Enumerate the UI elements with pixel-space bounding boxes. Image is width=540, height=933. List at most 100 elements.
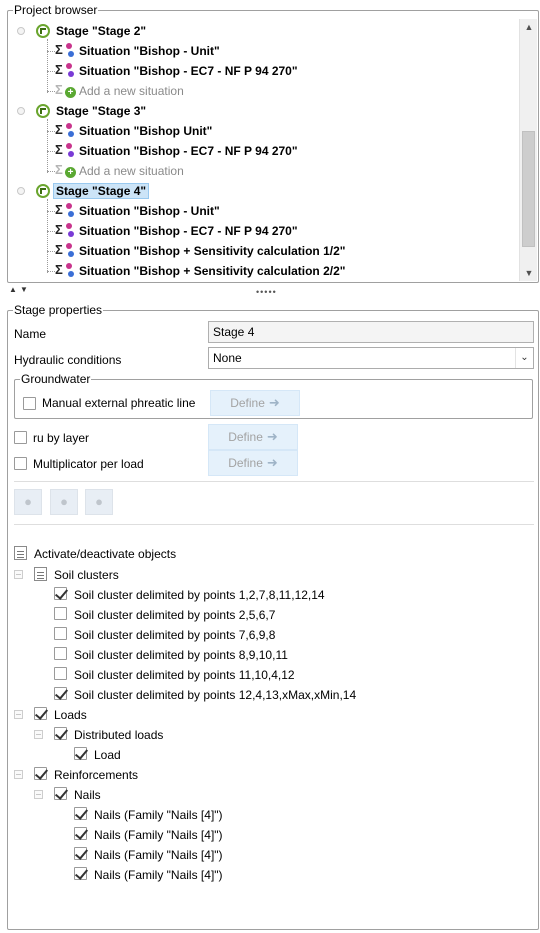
object-checkbox[interactable]: [34, 707, 47, 720]
object-tree-label: Soil cluster delimited by points 12,4,13…: [74, 688, 357, 702]
chevron-down-icon[interactable]: ⌄: [515, 348, 533, 368]
define-phreatic-button[interactable]: Define ➜: [210, 390, 300, 416]
panel-splitter[interactable]: ▲ ▼ •••••: [0, 285, 540, 299]
situation-icon: Σ: [55, 203, 77, 219]
tree-situation-item[interactable]: Σ Situation "Bishop - Unit": [55, 201, 220, 221]
object-tree-label: Nails (Family "Nails [4]"): [94, 848, 223, 862]
stage-properties-panel: Stage properties Name Stage 4 Hydraulic …: [7, 303, 539, 930]
scroll-thumb[interactable]: [522, 131, 535, 247]
object-tree-label: Distributed loads: [74, 728, 164, 742]
activate-objects-label: Activate/deactivate objects: [34, 547, 177, 561]
tree-item-label: Situation "Bishop + Sensitivity calculat…: [79, 244, 346, 258]
arrow-right-icon: ➜: [266, 455, 278, 470]
add-situation-item[interactable]: Σ + Add a new situation: [55, 81, 184, 101]
tree-connector: [47, 231, 55, 232]
define-label: Define: [230, 396, 265, 410]
stage-expander[interactable]: [17, 187, 25, 195]
arrow-right-icon: ➜: [268, 395, 280, 410]
tree-item-label: Situation "Bishop - EC7 - NF P 94 270": [79, 64, 298, 78]
tree-situation-item[interactable]: Σ Situation "Bishop - EC7 - NF P 94 270": [55, 141, 298, 161]
project-browser-panel: Project browser Stage "Stage 2" Σ Situatio…: [7, 3, 539, 283]
object-checkbox[interactable]: [74, 747, 87, 760]
tree-situation-item[interactable]: Σ Situation "Bishop + Sensitivity calcula…: [55, 241, 345, 261]
action-icon-button-2[interactable]: ●: [50, 489, 78, 515]
object-tree-label: Nails (Family "Nails [4]"): [94, 868, 223, 882]
object-checkbox[interactable]: [54, 787, 67, 800]
name-field[interactable]: Stage 4: [208, 321, 534, 343]
object-checkbox[interactable]: [34, 767, 47, 780]
object-tree-label: Soil cluster delimited by points 8,9,10,…: [74, 648, 288, 662]
tree-situation-item[interactable]: Σ Situation "Bishop - EC7 - NF P 94 270": [55, 221, 298, 241]
object-tree-label: Nails (Family "Nails [4]"): [94, 828, 223, 842]
manual-phreatic-checkbox[interactable]: [23, 397, 36, 410]
collapse-toggle-icon[interactable]: [14, 570, 23, 579]
collapse-toggle-icon[interactable]: [34, 730, 43, 739]
object-tree-label: Nails (Family "Nails [4]"): [94, 808, 223, 822]
collapse-down-icon[interactable]: ▼: [20, 285, 28, 295]
object-tree-label: Soil clusters: [54, 568, 119, 582]
object-tree-label: Soil cluster delimited by points 2,5,6,7: [74, 608, 276, 622]
collapse-toggle-icon[interactable]: [34, 790, 43, 799]
collapse-toggle-icon[interactable]: [14, 710, 23, 719]
tree-item-label: Stage "Stage 3": [56, 104, 147, 118]
tree-connector: [47, 71, 55, 72]
tree-connector: [47, 119, 48, 173]
object-tree-label: Soil cluster delimited by points 1,2,7,8…: [74, 588, 325, 602]
ru-by-layer-checkbox[interactable]: [14, 431, 27, 444]
divider: [14, 481, 534, 482]
add-situation-icon: Σ +: [55, 163, 77, 179]
object-checkbox[interactable]: [74, 847, 87, 860]
hydraulic-conditions-value: None: [213, 351, 242, 365]
define-multiplicator-button[interactable]: Define ➜: [208, 450, 298, 476]
collapse-up-icon[interactable]: ▲: [9, 285, 17, 295]
splitter-grip-icon[interactable]: •••••: [256, 288, 277, 297]
hydraulic-conditions-select[interactable]: None ⌄: [208, 347, 534, 369]
list-icon: [34, 567, 47, 581]
situation-icon: Σ: [55, 123, 77, 139]
multiplicator-checkbox[interactable]: [14, 457, 27, 470]
object-checkbox[interactable]: [74, 867, 87, 880]
object-checkbox[interactable]: [74, 827, 87, 840]
tree-situation-item[interactable]: Σ Situation "Bishop Unit": [55, 121, 212, 141]
object-checkbox[interactable]: [54, 727, 67, 740]
collapse-toggle-icon[interactable]: [14, 770, 23, 779]
tree-situation-item[interactable]: Σ Situation "Bishop - Unit": [55, 41, 220, 61]
groundwater-group: Groundwater Manual external phreatic lin…: [14, 372, 533, 419]
object-checkbox[interactable]: [54, 667, 67, 680]
situation-icon: Σ: [55, 263, 77, 279]
object-tree-label: Nails: [74, 788, 101, 802]
object-checkbox[interactable]: [74, 807, 87, 820]
situation-icon: Σ: [55, 243, 77, 259]
tree-stage-item[interactable]: Stage "Stage 3": [36, 101, 146, 121]
tree-stage-item[interactable]: Stage "Stage 2": [36, 21, 146, 41]
object-checkbox[interactable]: [54, 587, 67, 600]
action-icon-button-1[interactable]: ●: [14, 489, 42, 515]
scroll-down-arrow-icon[interactable]: ▼: [520, 265, 538, 281]
tree-item-label: Situation "Bishop - Unit": [79, 44, 220, 58]
tree-connector: [47, 51, 55, 52]
situation-icon: Σ: [55, 63, 77, 79]
stage-expander[interactable]: [17, 107, 25, 115]
tree-connector: [47, 131, 55, 132]
stage-icon: [36, 24, 50, 38]
project-tree: Stage "Stage 2" Σ Situation "Bishop - Unit…: [9, 19, 519, 283]
tree-item-label: Situation "Bishop - Unit": [79, 204, 220, 218]
object-checkbox[interactable]: [54, 607, 67, 620]
stage-icon: [36, 184, 50, 198]
action-icon-button-3[interactable]: ●: [85, 489, 113, 515]
scroll-up-arrow-icon[interactable]: ▲: [520, 19, 538, 35]
object-checkbox[interactable]: [54, 627, 67, 640]
tree-situation-item[interactable]: Σ Situation "Bishop + Sensitivity calcula…: [55, 261, 345, 281]
stage-expander[interactable]: [17, 27, 25, 35]
add-situation-item[interactable]: Σ + Add a new situation: [55, 161, 184, 181]
define-ru-button[interactable]: Define ➜: [208, 424, 298, 450]
browser-scrollbar[interactable]: ▲ ▼: [519, 19, 537, 281]
tree-stage-item[interactable]: Stage "Stage 4": [36, 181, 150, 201]
tree-situation-item[interactable]: Σ Situation "Bishop - EC7 - NF P 94 270": [55, 61, 298, 81]
object-checkbox[interactable]: [54, 687, 67, 700]
object-checkbox[interactable]: [54, 647, 67, 660]
object-tree-label: Soil cluster delimited by points 7,6,9,8: [74, 628, 276, 642]
object-tree-label: Reinforcements: [54, 768, 139, 782]
tree-item-label: Situation "Bishop - EC7 - NF P 94 270": [79, 224, 298, 238]
stage-properties-title: Stage properties: [13, 303, 104, 317]
